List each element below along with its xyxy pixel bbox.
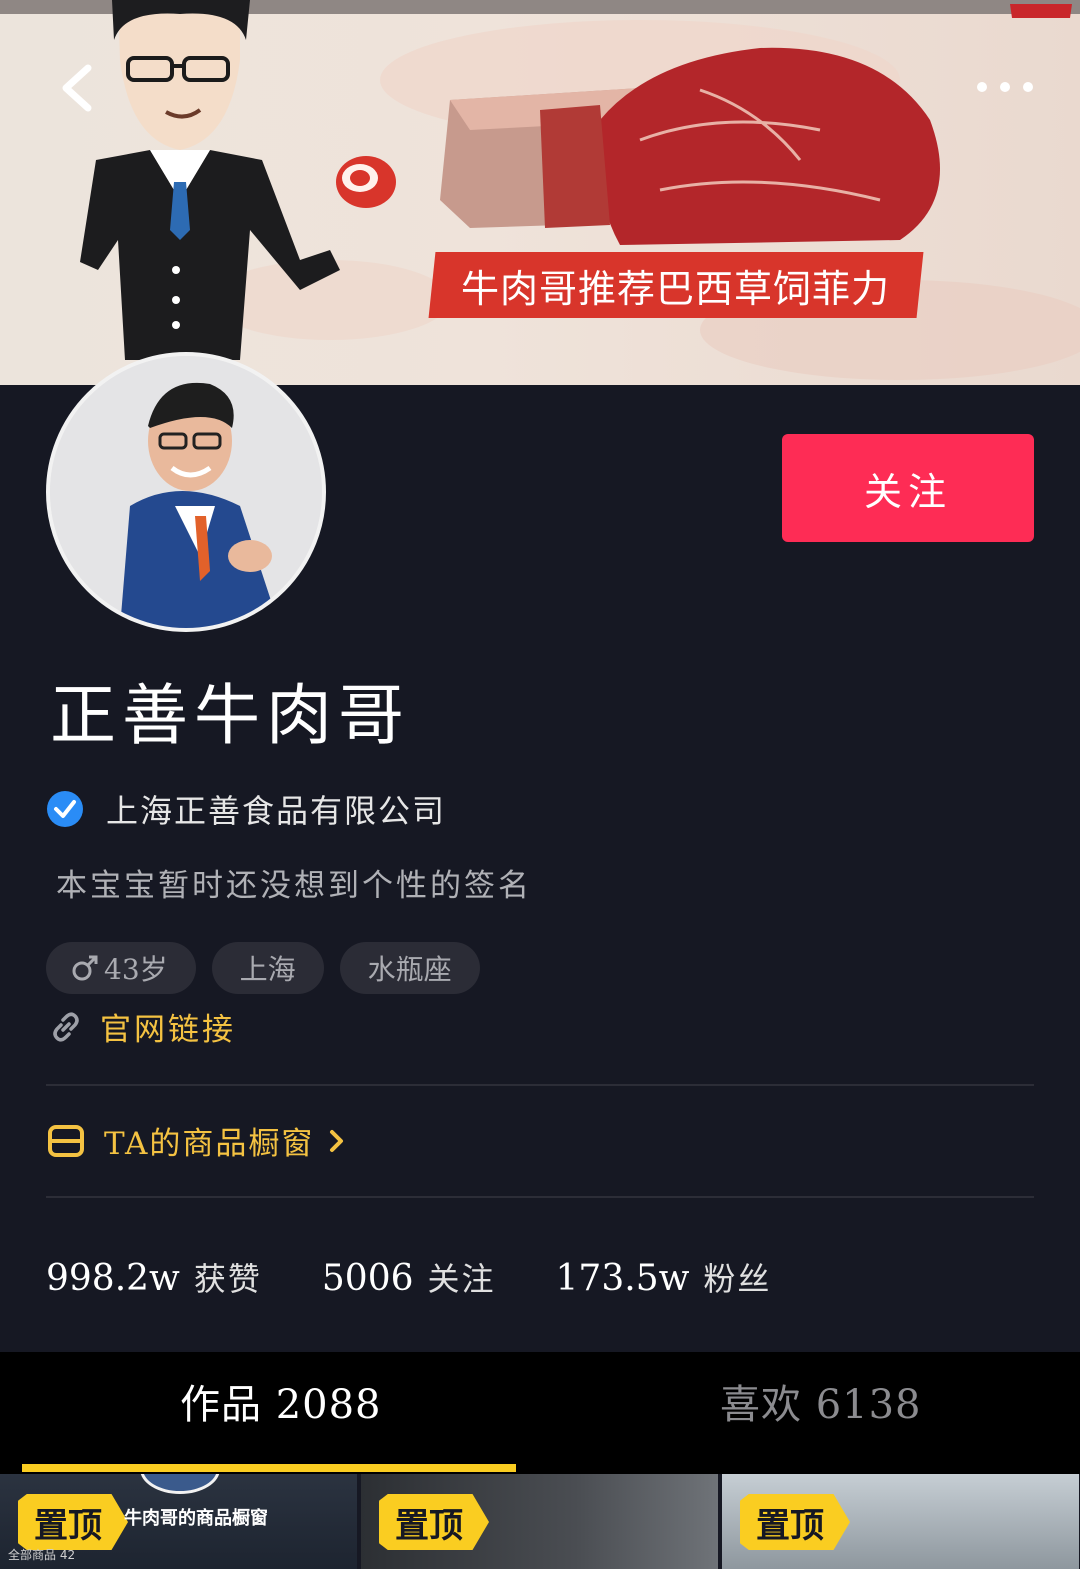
divider-bottom bbox=[46, 1196, 1034, 1198]
chevron-right-icon bbox=[330, 1129, 344, 1152]
shop-icon bbox=[48, 1124, 84, 1157]
tag-city: 上海 bbox=[211, 942, 324, 994]
stat-followers-value: 173.5w bbox=[555, 1258, 690, 1299]
video-thumbnail[interactable]: 置顶 bbox=[361, 1474, 718, 1569]
profile-name: 正善牛肉哥 bbox=[50, 677, 410, 754]
thumbnail-title: 牛肉哥的商品橱窗 bbox=[124, 1508, 268, 1529]
website-link[interactable]: 官网链接 bbox=[48, 1004, 236, 1049]
thumbnail-subtitle: 全部商品 42 bbox=[8, 1548, 76, 1562]
content-tabs: 作品 2088 喜欢 6138 bbox=[0, 1352, 1080, 1474]
stat-following-value: 5006 bbox=[321, 1258, 414, 1299]
pinned-badge: 置顶 bbox=[740, 1494, 850, 1550]
profile-banner: 牛肉哥推荐巴西草饲菲力 bbox=[0, 0, 1080, 385]
link-icon bbox=[53, 1012, 79, 1041]
follow-button-label: 关注 bbox=[863, 469, 952, 514]
tag-age-label: 43岁 bbox=[104, 953, 168, 986]
shop-window-label: TA的商品橱窗 bbox=[104, 1126, 315, 1162]
stat-following[interactable]: 5006 关注 bbox=[322, 1254, 496, 1300]
stat-following-label: 关注 bbox=[427, 1260, 496, 1298]
banner-tagline: 牛肉哥推荐巴西草饲菲力 bbox=[428, 252, 924, 318]
video-thumbnail[interactable]: 置顶 牛肉哥的商品橱窗 全部商品 42 bbox=[0, 1474, 357, 1569]
thumbnail-avatar bbox=[140, 1474, 220, 1494]
male-icon bbox=[72, 955, 98, 981]
tab-works[interactable]: 作品 2088 bbox=[180, 1372, 382, 1430]
tab-active-indicator bbox=[22, 1464, 516, 1472]
avatar-photo bbox=[50, 356, 322, 628]
pinned-badge: 置顶 bbox=[379, 1494, 489, 1550]
banner-tagline-text: 牛肉哥推荐巴西草饲菲力 bbox=[461, 266, 891, 311]
tag-age: 43岁 bbox=[46, 942, 196, 994]
stat-followers[interactable]: 173.5w 粉丝 bbox=[556, 1254, 772, 1300]
stats-row: 998.2w 获赞 5006 关注 173.5w 粉丝 bbox=[46, 1254, 831, 1300]
avatar[interactable] bbox=[46, 352, 326, 632]
profile-signature: 本宝宝暂时还没想到个性的签名 bbox=[56, 868, 532, 904]
website-link-label: 官网链接 bbox=[100, 1012, 236, 1048]
tag-zodiac-label: 水瓶座 bbox=[367, 953, 452, 986]
tab-likes[interactable]: 喜欢 6138 bbox=[720, 1372, 922, 1430]
video-thumbnail[interactable]: 置顶 bbox=[722, 1474, 1079, 1569]
pinned-badge: 置顶 bbox=[18, 1494, 128, 1550]
follow-button[interactable]: 关注 bbox=[782, 434, 1034, 542]
banner-illustration bbox=[80, 0, 1080, 380]
verified-company: 上海正善食品有限公司 bbox=[106, 792, 447, 830]
stat-followers-label: 粉丝 bbox=[703, 1260, 772, 1298]
divider-top bbox=[46, 1084, 1034, 1086]
profile-tags: 43岁 上海 水瓶座 bbox=[46, 942, 496, 994]
stat-likes-label: 获赞 bbox=[193, 1260, 262, 1298]
meat-icon bbox=[336, 156, 396, 208]
back-icon[interactable] bbox=[52, 60, 102, 116]
video-grid: 置顶 牛肉哥的商品橱窗 全部商品 42 置顶 置顶 bbox=[0, 1474, 1080, 1569]
stat-likes[interactable]: 998.2w 获赞 bbox=[46, 1254, 262, 1300]
tag-city-label: 上海 bbox=[239, 953, 296, 986]
verified-icon bbox=[47, 791, 83, 827]
tag-zodiac: 水瓶座 bbox=[339, 942, 480, 994]
stat-likes-value: 998.2w bbox=[46, 1258, 180, 1299]
more-icon[interactable] bbox=[972, 74, 1038, 100]
verification-row: 上海正善食品有限公司 bbox=[46, 786, 446, 832]
shop-window-link[interactable]: TA的商品橱窗 bbox=[46, 1118, 348, 1163]
